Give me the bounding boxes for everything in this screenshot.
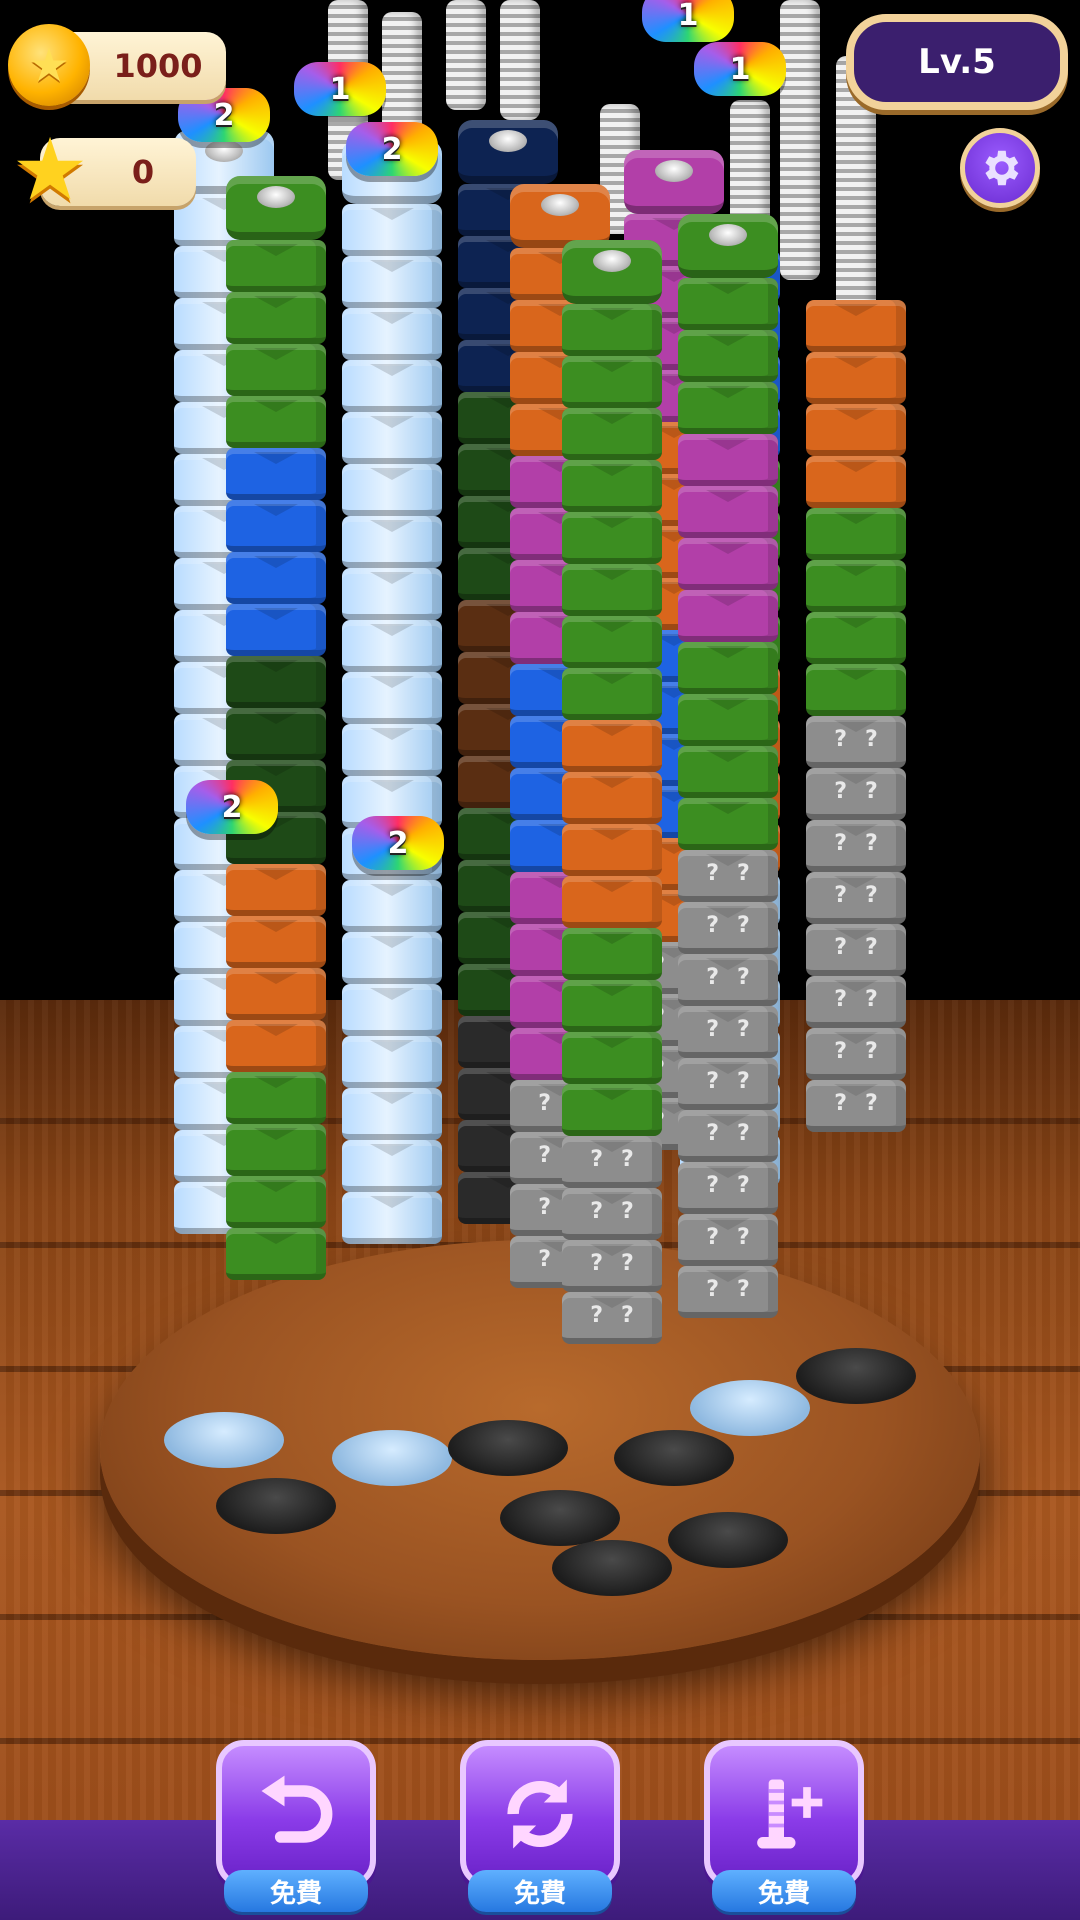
lock-count-badge: 2: [352, 816, 444, 870]
level-label: Lv.5: [918, 42, 996, 82]
lock-count-badge: 1: [694, 42, 786, 96]
add-rod-button[interactable]: 免費: [704, 1740, 864, 1912]
rod-base: [552, 1540, 672, 1596]
rod-base: [668, 1512, 788, 1568]
screw-rod[interactable]: [780, 0, 820, 280]
gear-icon: [985, 150, 1019, 186]
star-amount: 0: [131, 153, 155, 191]
star-icon: ★: [11, 120, 89, 220]
rod-base: [500, 1490, 620, 1546]
rod-base: [164, 1412, 284, 1468]
shuffle-button[interactable]: 免費: [460, 1740, 620, 1912]
right-orange-green-stack[interactable]: ?? ?? ?? ?? ?? ?? ?? ??: [806, 300, 906, 1132]
coin-amount: 1000: [113, 47, 203, 85]
lock-count-badge: 1: [294, 62, 386, 116]
add-rod-icon: [757, 1779, 823, 1849]
lock-count-badge: 2: [186, 780, 278, 834]
rod-base: [216, 1478, 336, 1534]
rod-base: [614, 1430, 734, 1486]
coin-icon: [8, 24, 90, 106]
settings-button[interactable]: [960, 128, 1040, 208]
screw-rod[interactable]: [500, 0, 540, 120]
undo-free-label: 免費: [224, 1870, 368, 1912]
rod-base: [448, 1420, 568, 1476]
undo-button[interactable]: 免費: [216, 1740, 376, 1912]
rod-base: [332, 1430, 452, 1486]
level-indicator: Lv.5: [846, 14, 1068, 110]
undo-icon: [261, 1775, 333, 1843]
shuffle-icon: [507, 1779, 573, 1849]
lock-count-badge: 2: [346, 122, 438, 176]
screw-rod[interactable]: [446, 0, 486, 110]
shuffle-free-label: 免費: [468, 1870, 612, 1912]
lock-count-badge: 1: [642, 0, 734, 42]
center-green-stack[interactable]: ?? ?? ?? ??: [562, 240, 662, 1344]
green-blue-stack[interactable]: [226, 176, 326, 1280]
green-purple-stack[interactable]: ?? ?? ?? ?? ?? ?? ?? ?? ??: [678, 214, 778, 1318]
screw-rod[interactable]: [382, 12, 422, 132]
rod-base: [690, 1380, 810, 1436]
rod-base: [796, 1348, 916, 1404]
game-scene: ?? ?? ?? ?? ?? ?? ?? ?? ? ? ? ? ? ? ? ? …: [0, 0, 1080, 1920]
add-rod-free-label: 免費: [712, 1870, 856, 1912]
ice-stack-middle[interactable]: [342, 140, 442, 1244]
